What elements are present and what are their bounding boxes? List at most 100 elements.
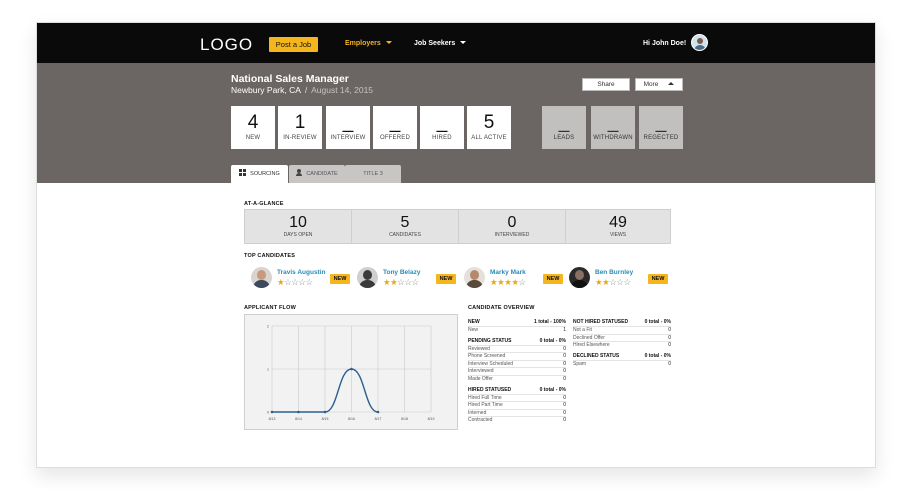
overview-row: Interview Scheduled 0 xyxy=(468,359,566,368)
overview-group-heading: HIRED STATUSED 0 total - 0% xyxy=(468,387,566,394)
overview-row-label: Interviewed xyxy=(468,368,494,375)
star-rating: ★☆☆☆☆ xyxy=(277,278,313,287)
candidate-name[interactable]: Ben Burnley xyxy=(595,269,633,276)
at-a-glance-title: AT-A-GLANCE xyxy=(244,201,284,207)
stat-label: IN-REVIEW xyxy=(283,135,317,141)
overview-row-label: Not a Fit xyxy=(573,327,592,333)
candidate-name[interactable]: Marky Mark xyxy=(490,269,526,276)
overview-group-total: 0 total - 0% xyxy=(644,319,671,325)
chart-x-tick-label: 8/18 xyxy=(401,417,408,421)
overview-group-name: HIRED STATUSED xyxy=(468,386,512,393)
glance-value: 10 xyxy=(289,214,307,231)
chart-x-tick-label: 8/19 xyxy=(428,417,435,421)
candidate-name[interactable]: Tony Belazy xyxy=(383,269,420,276)
share-button[interactable]: Share xyxy=(582,78,630,91)
overview-row-label: New xyxy=(468,327,479,333)
candidate-name[interactable]: Travis Augustin xyxy=(277,269,326,276)
user-avatar[interactable] xyxy=(691,34,708,51)
new-badge: NEW xyxy=(543,274,563,284)
job-seekers-menu[interactable]: Job Seekers xyxy=(414,40,467,47)
chart-y-tick-label: 1 xyxy=(267,368,269,372)
overview-left-column: NEW 1 total - 100% New 1 PENDING STATUS 0 tot… xyxy=(468,319,566,428)
overview-row: Declined Offer 0 xyxy=(573,333,671,342)
at-a-glance-panel: 10 DAYS OPEN 5 CANDIDATES 0 INTERVIEWED 49 V… xyxy=(244,209,671,244)
stat-label: WITHDRAWN xyxy=(593,135,633,141)
stat-label: INTERVIEW xyxy=(330,135,366,141)
glance-label: INTERVIEWED xyxy=(494,232,530,238)
overview-row-value: 0 xyxy=(668,342,671,349)
overview-row-label: Interned xyxy=(468,409,487,416)
overview-group-name: PENDING STATUS xyxy=(468,337,512,344)
overview-row: Hired Part Time 0 xyxy=(468,401,566,409)
chart-svg: 0 1 2 8/13 8/14 8/15 8/16 8/17 8/18 8/19 xyxy=(267,325,435,422)
stat-interview[interactable]: _ INTERVIEW xyxy=(326,106,370,149)
stat-value: _ xyxy=(655,112,667,133)
stat-value: _ xyxy=(607,112,619,133)
chevron-down-icon xyxy=(460,41,467,44)
chevron-down-icon xyxy=(385,41,392,44)
star-rating: ★★☆☆☆ xyxy=(383,278,419,287)
stat-hired[interactable]: _ HIRED xyxy=(420,106,464,149)
overview-group: NEW 1 total - 100% New 1 xyxy=(468,319,566,334)
logo[interactable]: LOGO xyxy=(200,35,253,55)
stat-label: LEADS xyxy=(553,135,575,141)
more-button[interactable]: More xyxy=(635,78,683,91)
job-subtitle: Newbury Park, CA / August 14, 2015 xyxy=(231,85,373,95)
glance-label: CANDIDATES xyxy=(389,232,421,238)
overview-right-column: NOT HIRED STATUSED 0 total - 0% Not a Fit 0… xyxy=(573,319,671,371)
candidate-photo xyxy=(464,267,485,288)
stat-all-active[interactable]: 5 ALL ACTIVE xyxy=(467,106,511,149)
star-empty-icon: ☆ xyxy=(616,277,624,287)
user-greeting[interactable]: Hi John Doe! xyxy=(643,40,686,47)
overview-row: New 1 xyxy=(468,326,566,334)
overview-row-label: Interview Scheduled xyxy=(468,360,514,367)
overview-group-name: DECLINED STATUS xyxy=(573,352,620,359)
chart-point xyxy=(323,410,327,414)
overview-row: Interviewed 0 xyxy=(468,367,566,375)
stat-new[interactable]: 4 NEW xyxy=(231,106,275,149)
glance-label: VIEWS xyxy=(609,232,627,238)
chart-x-tick-label: 8/17 xyxy=(375,417,382,421)
subtitle-separator: / xyxy=(304,85,308,95)
overview-row-label: Declined Offer xyxy=(573,334,605,341)
job-date: August 14, 2015 xyxy=(311,85,374,95)
stat-label: REGECTED xyxy=(643,135,679,141)
glance-candidates: 5 CANDIDATES xyxy=(352,210,459,243)
stat-value: _ xyxy=(558,112,570,133)
grid-icon xyxy=(239,169,247,176)
overview-group-total: 1 total - 100% xyxy=(534,319,566,325)
stat-value: _ xyxy=(389,112,401,133)
stat-withdrawn[interactable]: _ WITHDRAWN xyxy=(591,106,635,149)
star-filled-icon: ★ xyxy=(511,277,519,287)
stat-leads[interactable]: _ LEADS xyxy=(542,106,586,149)
post-job-button[interactable]: Post a Job xyxy=(269,37,318,52)
tab-title-3[interactable]: TITLE 3 xyxy=(345,165,401,183)
chart-point xyxy=(270,410,274,414)
overview-group: HIRED STATUSED 0 total - 0% Hired Full Tim… xyxy=(468,387,566,424)
star-empty-icon: ☆ xyxy=(623,277,632,287)
tab-sourcing[interactable]: SOURCING xyxy=(231,165,288,183)
overview-group: PENDING STATUS 0 total - 0% Reviewed 0 Phone… xyxy=(468,338,566,383)
stat-rejected[interactable]: _ REGECTED xyxy=(639,106,683,149)
overview-row: Not a Fit 0 xyxy=(573,326,671,334)
chart-point xyxy=(297,410,300,414)
employers-menu-label: Employers xyxy=(345,40,381,47)
overview-row-label: Hired Elsewhere xyxy=(573,342,610,349)
stat-value: 4 xyxy=(247,112,259,133)
star-rating: ★★☆☆☆ xyxy=(595,278,631,287)
stat-in-review[interactable]: 1 IN-REVIEW xyxy=(278,106,322,149)
overview-row: Interned 0 xyxy=(468,408,566,417)
tab-candidate[interactable]: CANDIDATE xyxy=(289,165,345,183)
job-header: National Sales Manager Newbury Park, CA … xyxy=(37,63,875,183)
employers-menu[interactable]: Employers xyxy=(345,40,392,47)
more-button-label: More xyxy=(643,81,659,88)
stat-label: NEW xyxy=(245,135,261,141)
overview-row-label: Contracted xyxy=(468,417,493,424)
applicant-flow-title: APPLICANT FLOW xyxy=(244,305,296,311)
overview-row: Phone Screened 0 xyxy=(468,352,566,360)
overview-row: Reviewed 0 xyxy=(468,344,566,353)
stat-value: 1 xyxy=(294,112,306,133)
overview-row: Made Offer 0 xyxy=(468,374,566,383)
stat-offered[interactable]: _ OFFERED xyxy=(373,106,417,149)
overview-row-value: 0 xyxy=(563,417,566,424)
